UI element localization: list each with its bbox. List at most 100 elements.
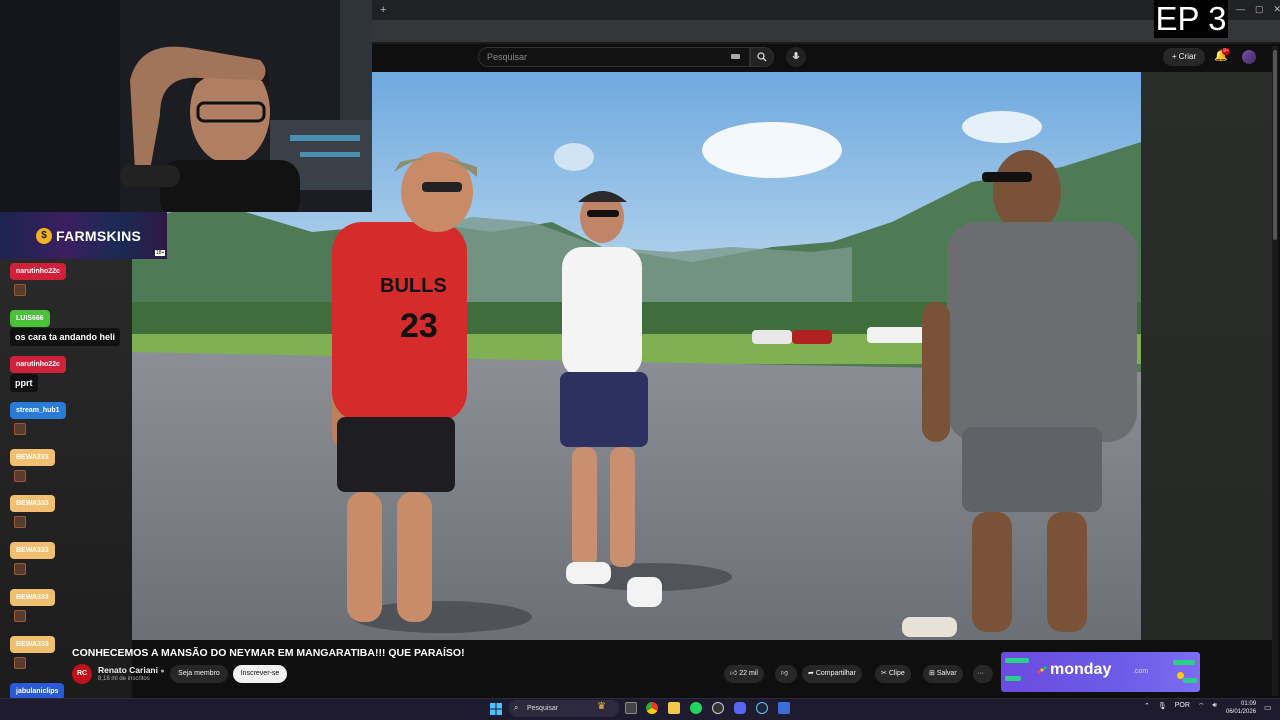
plus-icon: + (1171, 52, 1179, 61)
system-tray: ⌃ 🎙︎ POR ⌔ 🔊︎ (1144, 702, 1217, 711)
more-actions-button[interactable]: ··· (973, 665, 993, 683)
car (792, 330, 832, 344)
age-rating-badge: 18+ (155, 250, 166, 256)
chat-emote-icon (14, 516, 26, 528)
steam-icon[interactable] (756, 702, 768, 714)
chat-username[interactable]: narutinho22c (10, 263, 66, 280)
search-input[interactable]: Pesquisar (478, 47, 750, 67)
channel-avatar[interactable]: RC (72, 664, 92, 684)
scrollbar-thumb[interactable] (1273, 50, 1277, 240)
new-tab-button[interactable]: + (380, 4, 386, 16)
chat-message: pprt (10, 374, 38, 392)
widget-crown-icon[interactable]: ♛ (597, 701, 606, 712)
video-title: CONHECEMOS A MANSÃO DO NEYMAR EM MANGARA… (72, 647, 465, 659)
maximize-button[interactable]: ▢ (1255, 4, 1264, 15)
monday-suffix: .com (1133, 668, 1149, 675)
chat-username[interactable]: BEWA333 (10, 495, 55, 512)
search-button[interactable] (750, 47, 774, 67)
chat-emote-icon (14, 657, 26, 669)
clock-date: 06/01/2026 (1226, 709, 1257, 715)
share-icon: ➦ (808, 670, 816, 677)
thumbs-down-icon: 👎︎ (781, 670, 789, 677)
car (752, 330, 792, 344)
search-icon (757, 52, 767, 62)
webcam-scene (0, 0, 372, 212)
spotify-icon[interactable] (690, 702, 702, 714)
chat-emote-icon (14, 423, 26, 435)
create-button[interactable]: + Criar (1163, 48, 1205, 66)
like-button[interactable]: 👍︎ 22 mil (724, 665, 764, 683)
microphone-tray-icon[interactable]: 🎙︎ (1158, 702, 1167, 711)
cloud (962, 111, 1042, 143)
chat-username[interactable]: narutinho22c (10, 356, 66, 373)
notification-badge: 9+ (1222, 48, 1230, 55)
obs-icon[interactable] (712, 702, 724, 714)
chat-username[interactable]: BEWA333 (10, 589, 55, 606)
window-controls: — ▢ ✕ (1236, 4, 1280, 15)
cloud (702, 122, 842, 178)
subscribe-button[interactable]: Inscrever-se (233, 665, 287, 683)
network-icon[interactable]: ⌔ (1198, 702, 1205, 711)
video-side-area (1141, 72, 1272, 640)
like-count: 22 mil (739, 670, 758, 677)
discord-icon[interactable] (734, 702, 746, 714)
windows-start-icon[interactable] (490, 702, 502, 715)
verified-icon: ● (160, 668, 165, 675)
clip-label: Clipe (888, 670, 905, 677)
share-button[interactable]: ➦ Compartilhar (802, 665, 862, 683)
close-button[interactable]: ✕ (1274, 4, 1280, 15)
subscriber-count: 8,18 mi de inscritos (98, 676, 150, 682)
account-avatar[interactable] (1242, 50, 1256, 64)
save-button[interactable]: ⊞ Salvar (923, 665, 963, 683)
chat-emote-icon (14, 610, 26, 622)
channel-name[interactable]: Renato Cariani ● (98, 665, 165, 675)
chat-emote-icon (14, 284, 26, 296)
chat-username[interactable]: BEWA333 (10, 449, 55, 466)
webcam-overlay (0, 0, 372, 212)
browser-tab-strip (372, 0, 1280, 20)
notification-center-icon[interactable]: ▭ (1264, 703, 1272, 712)
car (867, 327, 927, 343)
chat-username[interactable]: BEWA333 (10, 636, 55, 653)
chat-username[interactable]: LUIS666 (10, 310, 50, 327)
chrome-icon[interactable] (646, 702, 658, 714)
bookmark-icon: ⊞ (929, 670, 937, 677)
thumbs-up-icon: 👍︎ (730, 670, 740, 677)
chat-username[interactable]: stream_hub1 (10, 402, 66, 419)
monday-logo-icon (1037, 666, 1047, 674)
taskbar-search-label: Pesquisar (527, 705, 559, 712)
episode-badge: EP 3 (1154, 0, 1228, 38)
create-label: Criar (1178, 52, 1197, 61)
chat-message: os cara ta andando heli (10, 328, 121, 346)
volume-icon[interactable]: 🔊︎ (1213, 702, 1217, 711)
monday-brand: monday (1050, 661, 1112, 678)
voice-search-button[interactable] (786, 47, 806, 67)
clip-button[interactable]: ✂ Clipe (875, 665, 911, 683)
minimize-button[interactable]: — (1236, 4, 1245, 15)
browser-address-bar[interactable] (372, 20, 1280, 42)
channel-name-text[interactable]: Renato Cariani (98, 665, 158, 675)
farmskins-logo-icon: $ (36, 228, 52, 244)
share-label: Compartilhar (815, 670, 856, 677)
save-label: Salvar (936, 670, 957, 677)
microphone-icon (792, 52, 800, 59)
svg-text:23: 23 (400, 307, 438, 345)
chevron-up-icon[interactable]: ⌃ (1144, 702, 1150, 711)
dislike-button[interactable]: 👎︎ (775, 665, 797, 683)
chat-username[interactable]: BEWA333 (10, 542, 55, 559)
chat-emote-icon (14, 563, 26, 575)
taskbar-clock[interactable]: 01:09 06/01/2026 (1226, 700, 1256, 716)
chat-emote-icon (14, 470, 26, 482)
svg-text:BULLS: BULLS (380, 275, 447, 297)
file-explorer-icon[interactable] (668, 702, 680, 714)
windows-taskbar (0, 698, 1280, 720)
cloud (554, 143, 594, 171)
microphone (120, 165, 180, 187)
farmskins-label: FARMSKINS (56, 228, 142, 244)
media-app-icon[interactable] (778, 702, 790, 714)
keyboard-icon[interactable] (731, 54, 740, 59)
task-view-icon[interactable] (625, 702, 637, 714)
join-button[interactable]: Seja membro (170, 665, 228, 683)
language-indicator[interactable]: POR (1175, 702, 1190, 711)
shirt (160, 160, 300, 212)
